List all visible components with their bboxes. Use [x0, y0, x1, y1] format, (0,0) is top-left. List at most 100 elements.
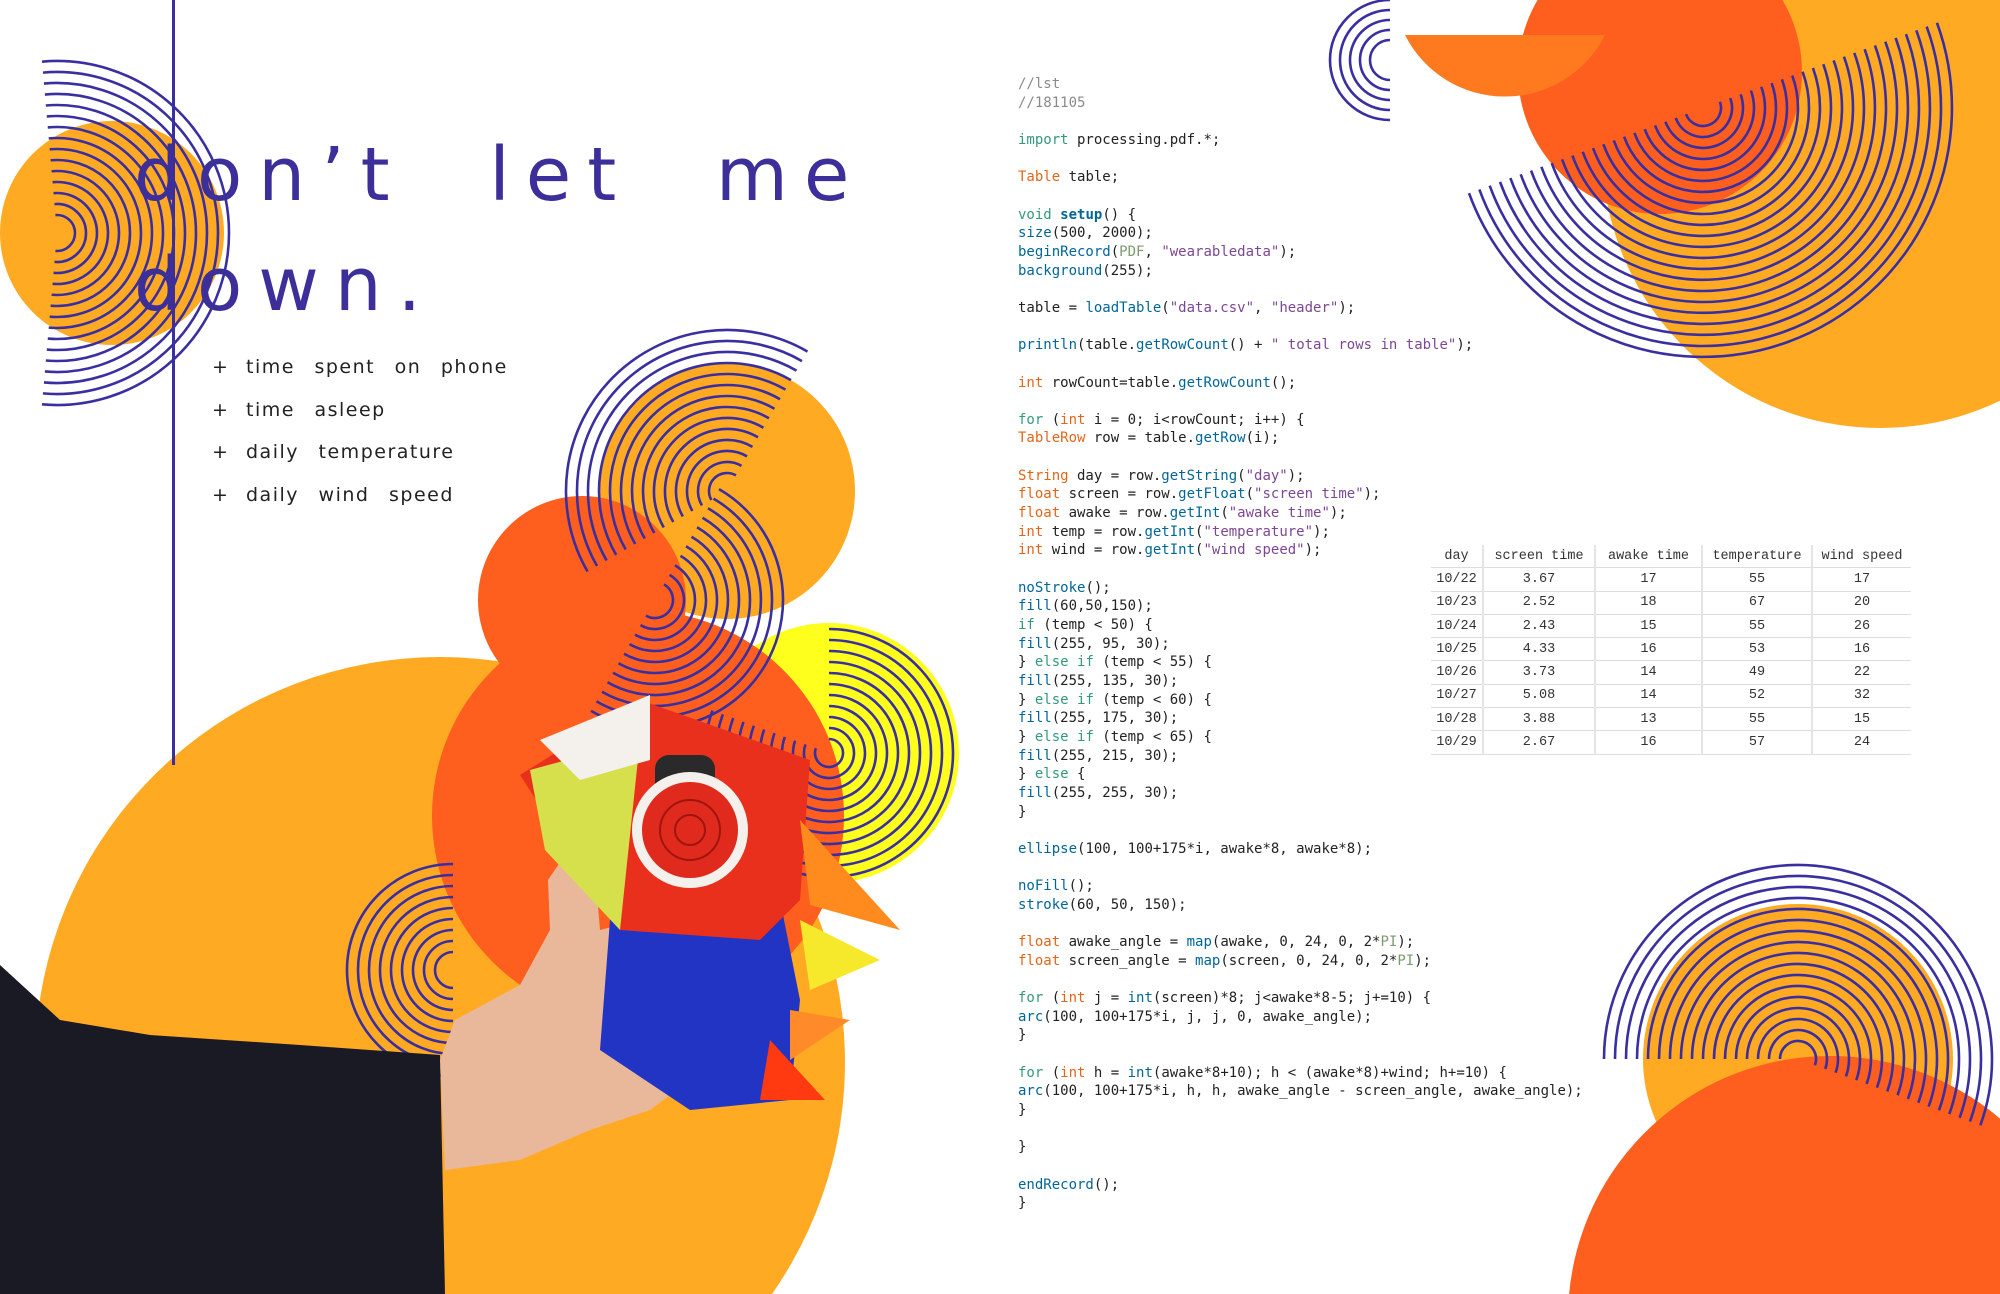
code-token-function: arc	[1018, 1083, 1044, 1100]
code-line: float awake = row.getInt("awake time");	[1018, 505, 1347, 522]
code-token-function: map	[1195, 952, 1221, 969]
plus-icon: +	[212, 483, 230, 506]
code-line: background(255);	[1018, 262, 1153, 279]
code-token-string: "wearabledata"	[1161, 243, 1280, 260]
code-token-keyword: for	[1018, 990, 1044, 1007]
code-token-type: int	[1018, 523, 1044, 540]
table-cell: 52	[1701, 684, 1812, 709]
code-line: float screen_angle = map(screen, 0, 24, …	[1018, 952, 1432, 969]
code-token-function: getInt	[1144, 523, 1196, 540]
code-token-function: getRowCount	[1136, 337, 1229, 354]
code-token-constant: PDF	[1119, 243, 1145, 260]
code-token-type: float	[1018, 505, 1061, 522]
table-cell: 10/24	[1431, 614, 1483, 639]
bullet-label: daily temperature	[246, 441, 455, 463]
table-cell: 15	[1811, 707, 1911, 732]
table-row: 10/22 3.67 17 55 17	[1431, 567, 1911, 592]
code-token-function: fill	[1018, 784, 1052, 801]
code-token-function: endRecord	[1018, 1176, 1094, 1193]
code-token-type: int	[1060, 990, 1086, 1007]
code-token-function: background	[1018, 262, 1103, 279]
code-line: }	[1018, 1027, 1027, 1044]
code-token-function: fill	[1018, 747, 1052, 764]
table-cell: 20	[1811, 591, 1911, 615]
code-token-keyword: void	[1018, 206, 1052, 223]
table-cell: 26	[1811, 614, 1911, 639]
code-token-type: int	[1060, 1064, 1086, 1081]
title-line-2: down.	[134, 242, 438, 328]
code-line: import processing.pdf.*;	[1018, 131, 1221, 148]
table-cell: 15	[1594, 614, 1702, 639]
code-token-function: fill	[1018, 598, 1052, 615]
code-line: for (int j = int(screen)*8; j<awake*8-5;…	[1018, 990, 1432, 1007]
column-header: screen time	[1482, 545, 1595, 569]
code-token-function: fill	[1018, 673, 1052, 689]
code-line: } else {	[1018, 766, 1086, 783]
code-token-string: "wind speed"	[1203, 542, 1305, 559]
code-token-function-bold: setup	[1060, 206, 1103, 223]
code-line: ellipse(100, 100+175*i, awake*8, awake*8…	[1018, 840, 1373, 857]
code-line: int temp = row.getInt("temperature");	[1018, 523, 1330, 540]
table-cell: 10/29	[1431, 730, 1483, 755]
code-token-type: String	[1018, 467, 1069, 484]
code-token-string: " total rows in table"	[1270, 337, 1457, 354]
table-cell: 10/28	[1431, 707, 1483, 732]
code-token-function: beginRecord	[1018, 243, 1111, 260]
table-cell: 57	[1701, 730, 1812, 755]
table-cell: 3.73	[1482, 660, 1595, 685]
code-line: arc(100, 100+175*i, j, j, 0, awake_angle…	[1018, 1008, 1373, 1025]
code-token-keyword: else	[1034, 766, 1069, 783]
code-line: float screen = row.getFloat("screen time…	[1018, 486, 1381, 503]
table-row: 10/23 2.52 18 67 20	[1431, 591, 1911, 615]
bullet-list: + time spent on phone + time asleep + daily…	[212, 356, 508, 526]
column-header: day	[1431, 545, 1483, 569]
code-line: //lst	[1018, 75, 1583, 94]
table-cell: 10/27	[1431, 684, 1483, 709]
code-token-comment: //lst	[1018, 76, 1061, 92]
bullet-item: + time spent on phone	[212, 356, 508, 399]
table-header-row: day screen time awake time temperature wind …	[1431, 545, 1911, 569]
code-token-keyword: else	[1034, 654, 1069, 671]
code-token-function: fill	[1018, 710, 1052, 727]
code-token-type: int	[1060, 411, 1086, 428]
code-token-function: getInt	[1169, 505, 1221, 522]
bullet-label: time spent on phone	[246, 356, 508, 378]
table-cell: 13	[1594, 707, 1702, 732]
table-cell: 16	[1594, 730, 1702, 755]
table-cell: 55	[1701, 567, 1812, 592]
table-cell: 2.52	[1482, 591, 1595, 615]
code-token-keyword: for	[1018, 411, 1044, 428]
cube-yellow-spike	[800, 920, 880, 990]
column-header: temperature	[1701, 545, 1812, 569]
code-token-function: getInt	[1144, 542, 1196, 559]
table-row: 10/26 3.73 14 49 22	[1431, 660, 1911, 685]
table-cell: 4.33	[1482, 637, 1595, 662]
code-token-keyword: if	[1077, 728, 1094, 745]
title-line-1: don’t let me	[134, 132, 866, 218]
code-token-string: "screen time"	[1254, 486, 1364, 503]
code-token-constant: PI	[1380, 934, 1398, 951]
table-cell: 18	[1594, 591, 1702, 615]
code-token-function: stroke	[1018, 896, 1069, 913]
code-line: endRecord();	[1018, 1176, 1120, 1193]
plus-icon: +	[212, 356, 230, 378]
code-token-function: map	[1186, 934, 1212, 951]
table-cell: 67	[1701, 591, 1812, 615]
arc-line	[1368, 38, 1391, 82]
code-token-string: "temperature"	[1203, 523, 1314, 540]
table-cell: 3.88	[1482, 707, 1595, 732]
code-line: void setup() {	[1018, 206, 1137, 223]
code-line: }	[1018, 1102, 1027, 1119]
column-header: wind speed	[1811, 545, 1911, 569]
code-token-function: getFloat	[1178, 486, 1246, 503]
table-row: 10/25 4.33 16 53 16	[1431, 637, 1911, 662]
